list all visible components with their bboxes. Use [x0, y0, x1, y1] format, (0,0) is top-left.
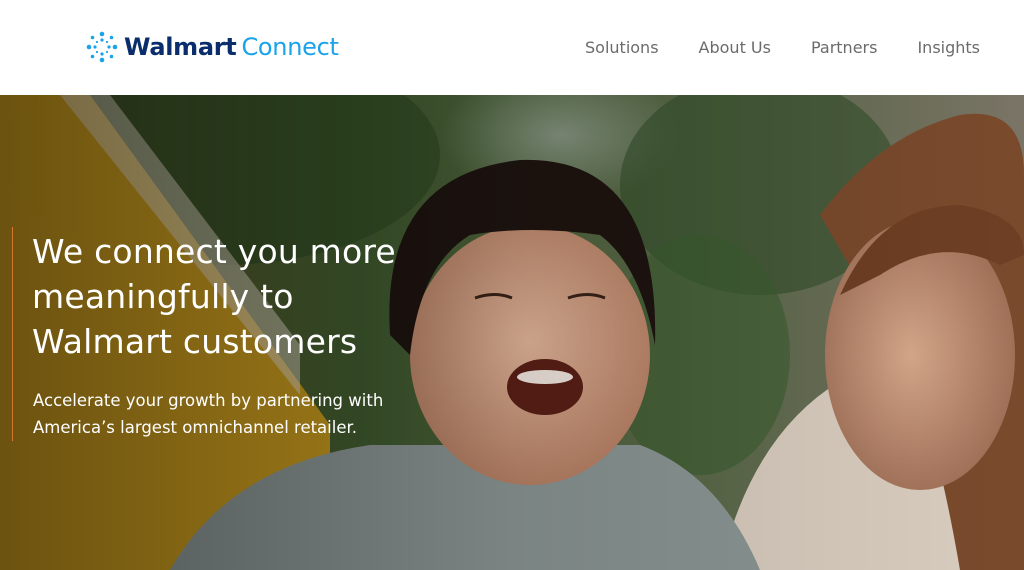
- nav-partners[interactable]: Partners: [811, 38, 877, 57]
- hero-title-line-2: meaningfully to: [32, 277, 294, 316]
- logo-wordmark: Walmart Connect: [124, 33, 339, 61]
- hero-subtitle-line-2: America’s largest omnichannel retailer.: [33, 418, 358, 437]
- site-header: Walmart Connect Solutions About Us Partne…: [0, 0, 1024, 95]
- spark-icon: [86, 31, 118, 63]
- nav-insights[interactable]: Insights: [917, 38, 980, 57]
- logo-brand-text: Walmart: [124, 33, 237, 61]
- hero-subtitle-line-1: Accelerate your growth by partnering wit…: [33, 391, 384, 410]
- hero-title: We connect you more meaningfully to Walm…: [32, 229, 472, 364]
- walmart-connect-logo[interactable]: Walmart Connect: [84, 27, 339, 67]
- hero-title-line-1: We connect you more: [32, 232, 396, 271]
- logo-product-text: Connect: [241, 33, 339, 61]
- hero-title-line-3: Walmart customers: [32, 322, 358, 361]
- hero-subtitle: Accelerate your growth by partnering wit…: [33, 387, 453, 441]
- hero-banner: We connect you more meaningfully to Walm…: [0, 95, 1024, 570]
- nav-about-us[interactable]: About Us: [699, 38, 771, 57]
- hero-accent-line: [12, 227, 13, 441]
- nav-solutions[interactable]: Solutions: [585, 38, 659, 57]
- main-nav: Solutions About Us Partners Insights: [545, 0, 980, 95]
